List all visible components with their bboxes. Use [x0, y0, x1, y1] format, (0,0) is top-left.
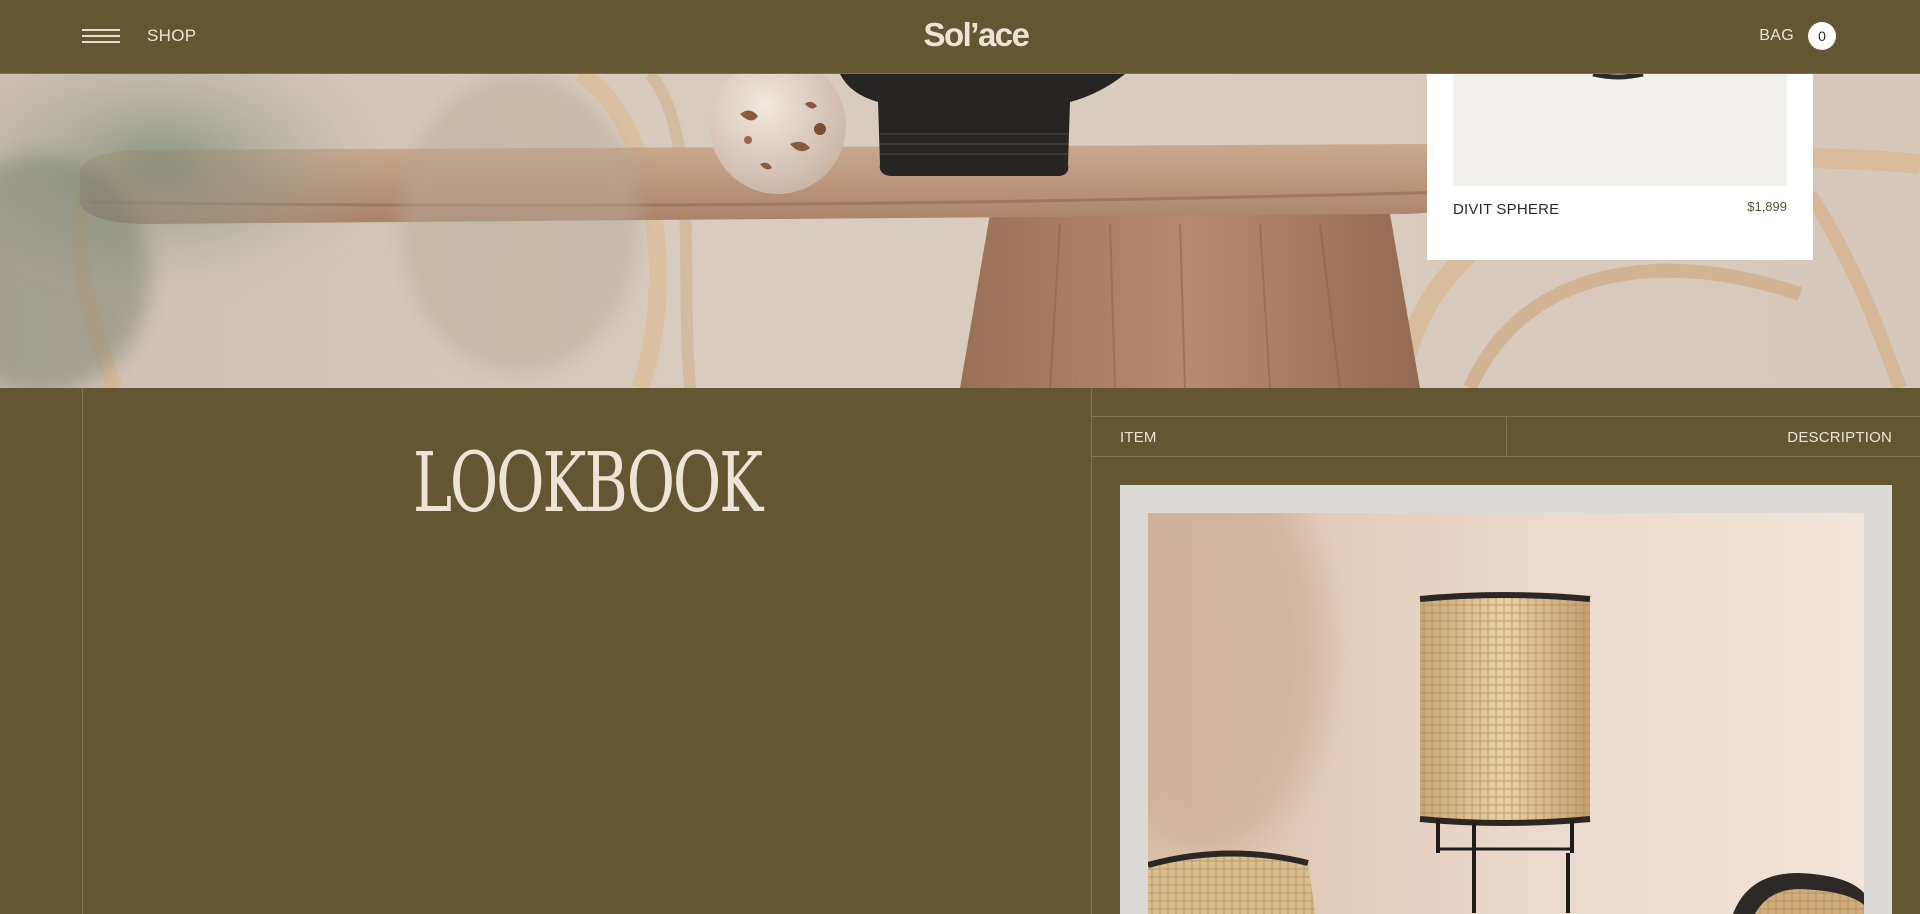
- product-price: $1,899: [1747, 199, 1787, 214]
- divider: [82, 388, 83, 914]
- lookbook-table-header: ITEM DESCRIPTION: [1092, 416, 1920, 457]
- site-header: SHOP Sol’ace BAG 0: [0, 0, 1920, 74]
- lookbook-image-frame[interactable]: [1120, 485, 1892, 914]
- column-header-item: ITEM: [1120, 429, 1157, 446]
- bag-label: BAG: [1759, 27, 1794, 44]
- lookbook-section: LOOKBOOK ITEM DESCRIPTION: [0, 388, 1920, 914]
- product-image: [1453, 74, 1787, 186]
- divider: [1091, 388, 1092, 914]
- lookbook-title: LOOKBOOK: [412, 436, 763, 531]
- bag-button[interactable]: BAG 0: [1759, 22, 1836, 50]
- column-header-description: DESCRIPTION: [1787, 429, 1892, 446]
- product-name: DIVIT SPHERE: [1453, 201, 1560, 218]
- product-thumbnail-graphic: [1592, 74, 1644, 80]
- lookbook-photo: [1148, 513, 1864, 914]
- product-card[interactable]: DIVIT SPHERE $1,899: [1427, 74, 1813, 260]
- site-logo[interactable]: Sol’ace: [0, 16, 1920, 54]
- divider: [1506, 417, 1507, 457]
- bag-count-badge: 0: [1808, 22, 1836, 50]
- lamp-scene-illustration: [1148, 513, 1864, 914]
